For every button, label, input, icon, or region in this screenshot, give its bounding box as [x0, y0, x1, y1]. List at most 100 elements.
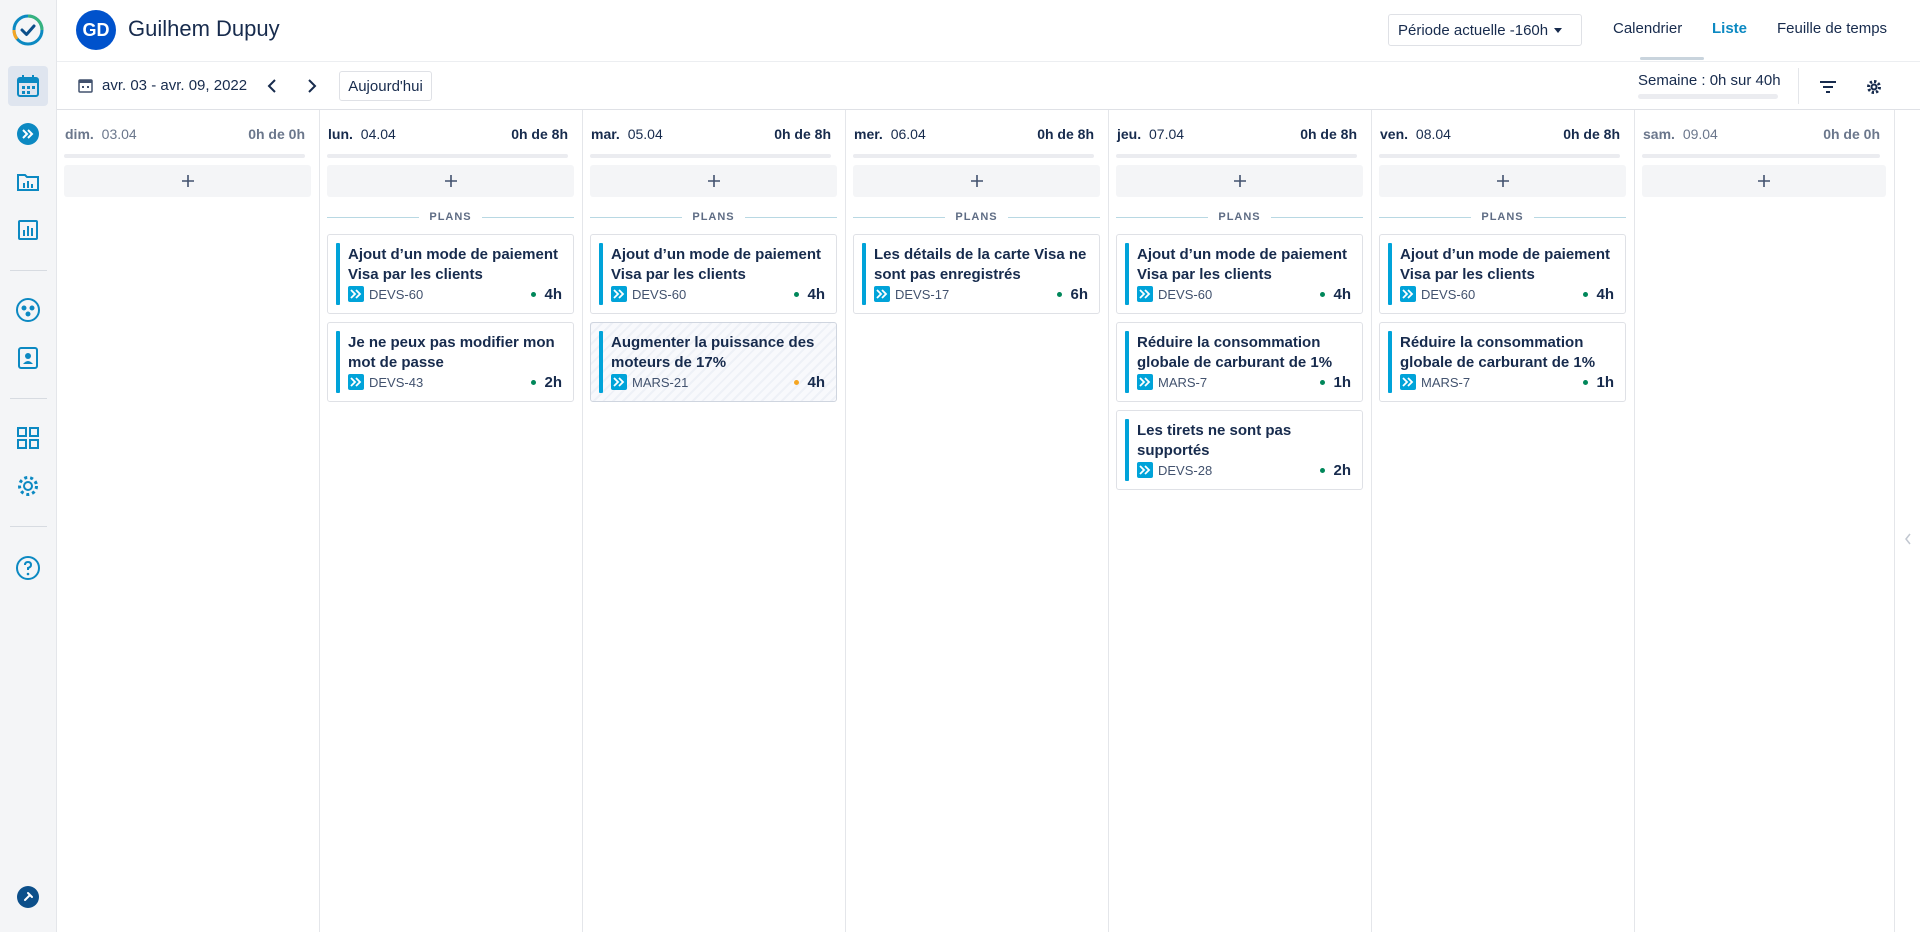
gear-icon[interactable]	[8, 466, 48, 506]
today-button[interactable]: Aujourd'hui	[339, 71, 432, 101]
plan-title: Réduire la consommation globale de carbu…	[1400, 334, 1596, 371]
card-accent	[599, 243, 603, 305]
issue-key[interactable]: DEVS-28	[1137, 462, 1212, 478]
plan-card[interactable]: Les détails de la carte Visa ne sont pas…	[853, 234, 1100, 314]
add-plan-button[interactable]	[590, 165, 837, 197]
team-icon[interactable]	[8, 290, 48, 330]
plan-hours-label: 1h	[1333, 374, 1351, 391]
tab-feuille-de-temps[interactable]: Feuille de temps	[1777, 20, 1887, 37]
jira-issue-icon	[1400, 374, 1416, 390]
week-columns: dim. 03.04 0h de 0h lun. 04.04 0h de 8h …	[57, 110, 1895, 932]
issue-key[interactable]: DEVS-60	[348, 286, 423, 302]
card-accent	[1388, 243, 1392, 305]
status-dot	[531, 380, 537, 385]
day-column: jeu. 07.04 0h de 8h PLANS Ajout d’un mod…	[1109, 110, 1372, 932]
issue-key[interactable]: MARS-7	[1137, 374, 1207, 390]
day-column: lun. 04.04 0h de 8h PLANS Ajout d’un mod…	[320, 110, 583, 932]
tab-calendrier[interactable]: Calendrier	[1613, 20, 1682, 37]
card-accent	[1125, 331, 1129, 393]
plans-section-label: PLANS	[590, 210, 837, 224]
card-accent	[1125, 243, 1129, 305]
add-plan-button[interactable]	[64, 165, 311, 197]
bar-chart-icon[interactable]	[8, 210, 48, 250]
add-plan-button[interactable]	[1379, 165, 1626, 197]
issue-key[interactable]: DEVS-43	[348, 374, 423, 390]
card-accent	[336, 243, 340, 305]
contact-icon[interactable]	[8, 338, 48, 378]
day-date: 04.04	[360, 126, 396, 142]
day-progress-bar	[64, 154, 305, 158]
add-plan-button[interactable]	[327, 165, 574, 197]
issue-key[interactable]: DEVS-60	[1400, 286, 1475, 302]
help-icon[interactable]	[8, 548, 48, 588]
plan-card[interactable]: Ajout d’un mode de paiement Visa par les…	[590, 234, 837, 314]
jira-issue-icon	[348, 286, 364, 302]
card-accent	[1125, 419, 1129, 481]
issue-key-label: MARS-7	[1421, 374, 1471, 390]
issue-key-label: DEVS-28	[1158, 462, 1213, 478]
plan-card[interactable]: Réduire la consommation globale de carbu…	[1379, 322, 1626, 402]
calendar-icon[interactable]	[8, 66, 48, 106]
status-dot	[1320, 292, 1326, 297]
plan-hours: 1h	[1320, 374, 1351, 391]
add-plan-button[interactable]	[1642, 165, 1886, 197]
double-chevron-icon[interactable]	[8, 114, 48, 154]
plan-card[interactable]: Les tirets ne sont pas supportés DEVS-28…	[1116, 410, 1363, 490]
avatar[interactable]: GD	[76, 10, 116, 50]
top-header: GD Guilhem Dupuy Période actuelle -160h …	[57, 0, 1920, 62]
day-header: lun. 04.04 0h de 8h	[328, 126, 568, 142]
plan-card[interactable]: Ajout d’un mode de paiement Visa par les…	[1116, 234, 1363, 314]
plus-icon	[181, 175, 194, 187]
day-column: mar. 05.04 0h de 8h PLANS Ajout d’un mod…	[583, 110, 846, 932]
day-column: sam. 09.04 0h de 0h	[1635, 110, 1895, 932]
plan-hours: 4h	[794, 374, 825, 391]
add-plan-button[interactable]	[1116, 165, 1363, 197]
issue-key[interactable]: DEVS-17	[874, 286, 949, 302]
day-hours: 0h de 8h	[774, 126, 831, 142]
plans-section-label: PLANS	[853, 210, 1100, 224]
plan-hours-label: 2h	[544, 374, 562, 391]
plan-title: Ajout d’un mode de paiement Visa par les…	[1400, 246, 1611, 283]
side-panel-toggle[interactable]	[1895, 110, 1920, 932]
pin-icon[interactable]	[8, 877, 48, 917]
card-accent	[336, 331, 340, 393]
plan-card[interactable]: Ajout d’un mode de paiement Visa par les…	[1379, 234, 1626, 314]
issue-key[interactable]: MARS-21	[611, 374, 688, 390]
day-name: dim.	[65, 126, 94, 142]
day-date: 09.04	[1682, 126, 1718, 142]
issue-key[interactable]: MARS-7	[1400, 374, 1470, 390]
day-date: 05.04	[627, 126, 663, 142]
folder-chart-icon[interactable]	[8, 162, 48, 202]
next-week-button[interactable]	[301, 75, 323, 97]
day-hours: 0h de 8h	[511, 126, 568, 142]
status-dot	[1320, 468, 1326, 473]
filter-icon[interactable]	[1817, 76, 1839, 98]
plan-card[interactable]: Ajout d’un mode de paiement Visa par les…	[327, 234, 574, 314]
jira-issue-icon	[1137, 374, 1153, 390]
logo-icon[interactable]	[8, 10, 48, 50]
tab-liste[interactable]: Liste	[1712, 20, 1747, 37]
previous-week-button[interactable]	[261, 75, 283, 97]
user-name: Guilhem Dupuy	[128, 16, 280, 41]
plan-card[interactable]: Réduire la consommation globale de carbu…	[1116, 322, 1363, 402]
day-header: sam. 09.04 0h de 0h	[1643, 126, 1880, 142]
status-dot	[531, 292, 537, 297]
plans-section-label: PLANS	[1116, 210, 1363, 224]
plan-hours-label: 4h	[807, 374, 825, 391]
settings-icon[interactable]	[1863, 76, 1885, 98]
issue-key[interactable]: DEVS-60	[1137, 286, 1212, 302]
date-range-picker[interactable]: avr. 03 - avr. 09, 2022	[78, 77, 247, 94]
day-hours: 0h de 0h	[1823, 126, 1880, 142]
plan-hours: 6h	[1057, 286, 1088, 303]
issue-key[interactable]: DEVS-60	[611, 286, 686, 302]
grid-icon[interactable]	[8, 418, 48, 458]
plan-card[interactable]: Je ne peux pas modifier mon mot de passe…	[327, 322, 574, 402]
rail-divider	[10, 526, 47, 527]
plan-hours: 4h	[1320, 286, 1351, 303]
plan-hours-label: 6h	[1070, 286, 1088, 303]
add-plan-button[interactable]	[853, 165, 1100, 197]
day-hours: 0h de 0h	[248, 126, 305, 142]
period-select[interactable]: Période actuelle -160h	[1388, 14, 1582, 46]
status-dot	[794, 380, 800, 385]
plan-card[interactable]: Augmenter la puissance des moteurs de 17…	[590, 322, 837, 402]
